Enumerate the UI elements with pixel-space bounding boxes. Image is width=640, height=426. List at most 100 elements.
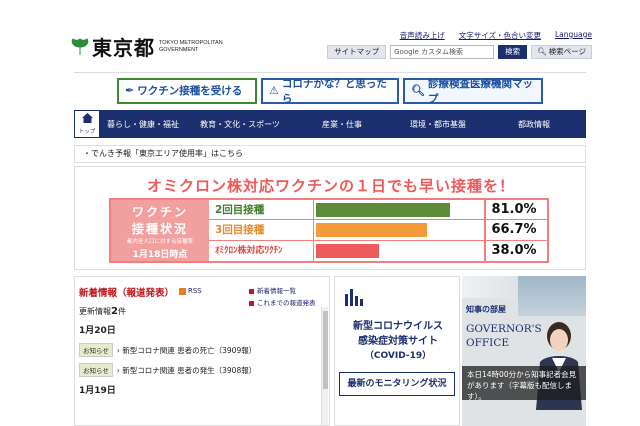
corona-line1: 新型コロナウイルス (353, 321, 443, 332)
vaccine-row-dose3: 3回目接種 66.7% (209, 220, 547, 241)
nav-item-environment[interactable]: 環境・都市基盤 (390, 119, 486, 130)
vaccine-status-panel[interactable]: オミクロン株対応ワクチンの１日でも早い接種を！ ワクチン 接種状況 都内全人口に… (74, 166, 586, 270)
search-input[interactable]: Google カスタム検索 (390, 45, 495, 59)
notice-badge: お知らせ (79, 363, 113, 377)
search-page-button[interactable]: 🔍︎ 検索ページ (531, 45, 592, 59)
news-date: 1月20日 (79, 326, 116, 336)
list-item[interactable]: お知らせ › 新型コロナ関連 患者の死亡（3909報） (79, 343, 256, 357)
vaccine-row-dose2: 2回目接種 81.0% (209, 200, 547, 221)
news-title: 新着情報（報道発表） (79, 288, 175, 299)
vaccine-side-label: ワクチン 接種状況 都内全人口に対する接種率 1月18日時点 (111, 200, 209, 261)
vaccine-bar-track (313, 223, 481, 238)
corona-line2: 感染症対策サイト (358, 336, 438, 347)
top-links: 音声読み上げ 文字サイズ・色合い変更 Language (400, 30, 592, 41)
rss-label: RSS (188, 287, 202, 295)
bar-chart-icon (345, 286, 363, 306)
vaccine-bar-track (313, 203, 481, 217)
corona-check-banner-label: コロナかな？と思ったら (281, 77, 387, 105)
vaccine-row-label: 2回目接種 (215, 204, 265, 216)
nav-item-education[interactable]: 教育・文化・スポーツ (186, 119, 294, 130)
vaccine-row-label: 3回目接種 (215, 224, 265, 237)
clinic-map-banner[interactable]: 🔍︎ 診療検査医療機関マップ (403, 77, 543, 105)
rss-icon (179, 287, 186, 295)
vaccine-row-value: 38.0% (491, 242, 537, 258)
nav-item-industry[interactable]: 産業・仕事 (294, 119, 390, 130)
nav-item-living[interactable]: 暮らし・健康・福祉 (100, 119, 186, 130)
news-item-text: › 新型コロナ関連 患者の死亡（3909報） (116, 345, 257, 355)
rss-link[interactable]: RSS (179, 287, 202, 295)
syringe-icon: ✒ (125, 84, 135, 97)
vaccine-side-line2: 接種状況 (131, 222, 188, 236)
corona-check-banner[interactable]: ⚠ コロナかな？と思ったら (261, 77, 399, 105)
governor-office-card[interactable]: 知事の部屋 GOVERNOR'S OFFICE 本日14時00分から知事記者会見… (462, 276, 586, 426)
news-panel: 新着情報（報道発表） RSS 新着情報一覧 これまでの報道発表 更新情報2件 1… (74, 276, 330, 426)
vaccine-row-value: 81.0% (491, 202, 537, 217)
voice-reading-link[interactable]: 音声読み上げ (400, 30, 445, 41)
logo-sub-line2: GOVERNMENT (159, 46, 199, 53)
news-date: 1月19日 (79, 386, 116, 396)
vaccine-row-omicron: ｵﾐｸﾛﾝ株対応ﾜｸﾁﾝ 38.0% (209, 240, 547, 261)
news-links: 新着情報一覧 これまでの報道発表 (249, 285, 316, 309)
nav-item-government[interactable]: 都政情報 (486, 119, 582, 130)
nav-home[interactable]: トップ (74, 110, 100, 138)
vaccine-row-label: ｵﾐｸﾛﾝ株対応ﾜｸﾁﾝ (215, 245, 283, 256)
banner-strip: ✒ ワクチン接種を受ける ⚠ コロナかな？と思ったら 🔍︎ 診療検査医療機関マッ… (74, 72, 586, 108)
vaccine-rows: 2回目接種 81.0% 3回目接種 66.7% ｵﾐｸﾛﾝ株対応ﾜｸﾁﾝ 38.… (209, 200, 547, 261)
news-count-suffix: 件 (117, 307, 126, 316)
news-list-link-label: 新着情報一覧 (257, 287, 296, 295)
main-nav: トップ 暮らし・健康・福祉 教育・文化・スポーツ 産業・仕事 環境・都市基盤 都… (74, 110, 586, 138)
home-icon (81, 113, 93, 126)
bullet-square-icon (249, 300, 254, 306)
utility-row: サイトマップ Google カスタム検索 検索 🔍︎ 検索ページ (327, 45, 592, 59)
clinic-map-banner-label: 診療検査医療機関マップ (427, 77, 533, 105)
governor-title-line1: GOVERNOR'S (466, 323, 542, 335)
governor-caption: 本日14時00分から知事記者会見があります（字幕版も配信します）。 (462, 366, 586, 401)
language-link[interactable]: Language (555, 30, 592, 41)
vaccine-side-date: 1月18日時点 (132, 250, 188, 260)
corona-site-card[interactable]: 新型コロナウイルス 感染症対策サイト （COVID-19） 最新のモニタリング状… (334, 276, 460, 426)
vaccine-headline: オミクロン株対応ワクチンの１日でも早い接種を！ (146, 177, 515, 195)
warning-icon: ⚠ (269, 84, 279, 97)
monitoring-status-button[interactable]: 最新のモニタリング状況 (339, 372, 455, 396)
sitemap-button[interactable]: サイトマップ (327, 45, 387, 59)
vaccine-side-line1: ワクチン (131, 205, 188, 219)
governor-title-line2: OFFICE (466, 337, 510, 349)
news-count-prefix: 更新情報 (79, 307, 111, 316)
search-button[interactable]: 検索 (498, 45, 528, 59)
past-press-link[interactable]: これまでの報道発表 (249, 297, 316, 309)
vaccine-bar (316, 203, 451, 217)
nav-home-label: トップ (78, 129, 96, 135)
ginkgo-logo-icon (70, 37, 90, 57)
governor-title: GOVERNOR'S OFFICE (466, 322, 542, 350)
vaccine-banner-label: ワクチン接種を受ける (137, 85, 243, 97)
vaccine-bar (316, 243, 380, 258)
corona-line3: （COVID-19） (364, 351, 432, 361)
electricity-forecast-link[interactable]: ・でんき予報「東京エリア使用率」はこちら (74, 145, 586, 163)
logo-subtext: TOKYO METROPOLITAN GOVERNMENT (159, 40, 223, 54)
scroll-thumb[interactable] (323, 311, 328, 389)
notice-badge: お知らせ (79, 343, 113, 357)
news-count-value: 2 (111, 306, 118, 317)
news-item-text: › 新型コロナ関連 患者の発生（3908報） (116, 365, 257, 375)
search-icon: 🔍︎ (411, 84, 425, 97)
vaccine-bar-track (313, 243, 481, 258)
news-scrollbar[interactable] (321, 307, 328, 425)
bullet-square-icon (249, 288, 254, 294)
vaccine-table: ワクチン 接種状況 都内全人口に対する接種率 1月18日時点 2回目接種 81.… (109, 198, 549, 263)
site-logo[interactable]: 東京都 TOKYO METROPOLITAN GOVERNMENT (70, 32, 223, 61)
vaccine-banner[interactable]: ✒ ワクチン接種を受ける (117, 77, 257, 104)
news-update-count: 更新情報2件 (79, 306, 126, 317)
vaccine-bar (316, 223, 427, 238)
past-press-link-label: これまでの報道発表 (257, 299, 316, 307)
governor-tag: 知事の部屋 (466, 305, 506, 314)
list-item[interactable]: お知らせ › 新型コロナ関連 患者の発生（3908報） (79, 363, 256, 377)
text-size-color-link[interactable]: 文字サイズ・色合い変更 (459, 30, 541, 41)
logo-text: 東京都 (92, 36, 155, 60)
vaccine-side-note: 都内全人口に対する接種率 (126, 239, 193, 245)
vaccine-row-value: 66.7% (491, 222, 537, 238)
site-header: 東京都 TOKYO METROPOLITAN GOVERNMENT 音声読み上げ… (0, 0, 640, 68)
logo-sub-line1: TOKYO METROPOLITAN (159, 39, 223, 46)
search-page-label: 検索ページ (548, 47, 586, 56)
magnifier-icon: 🔍︎ (537, 47, 547, 56)
news-list-link[interactable]: 新着情報一覧 (249, 285, 316, 297)
